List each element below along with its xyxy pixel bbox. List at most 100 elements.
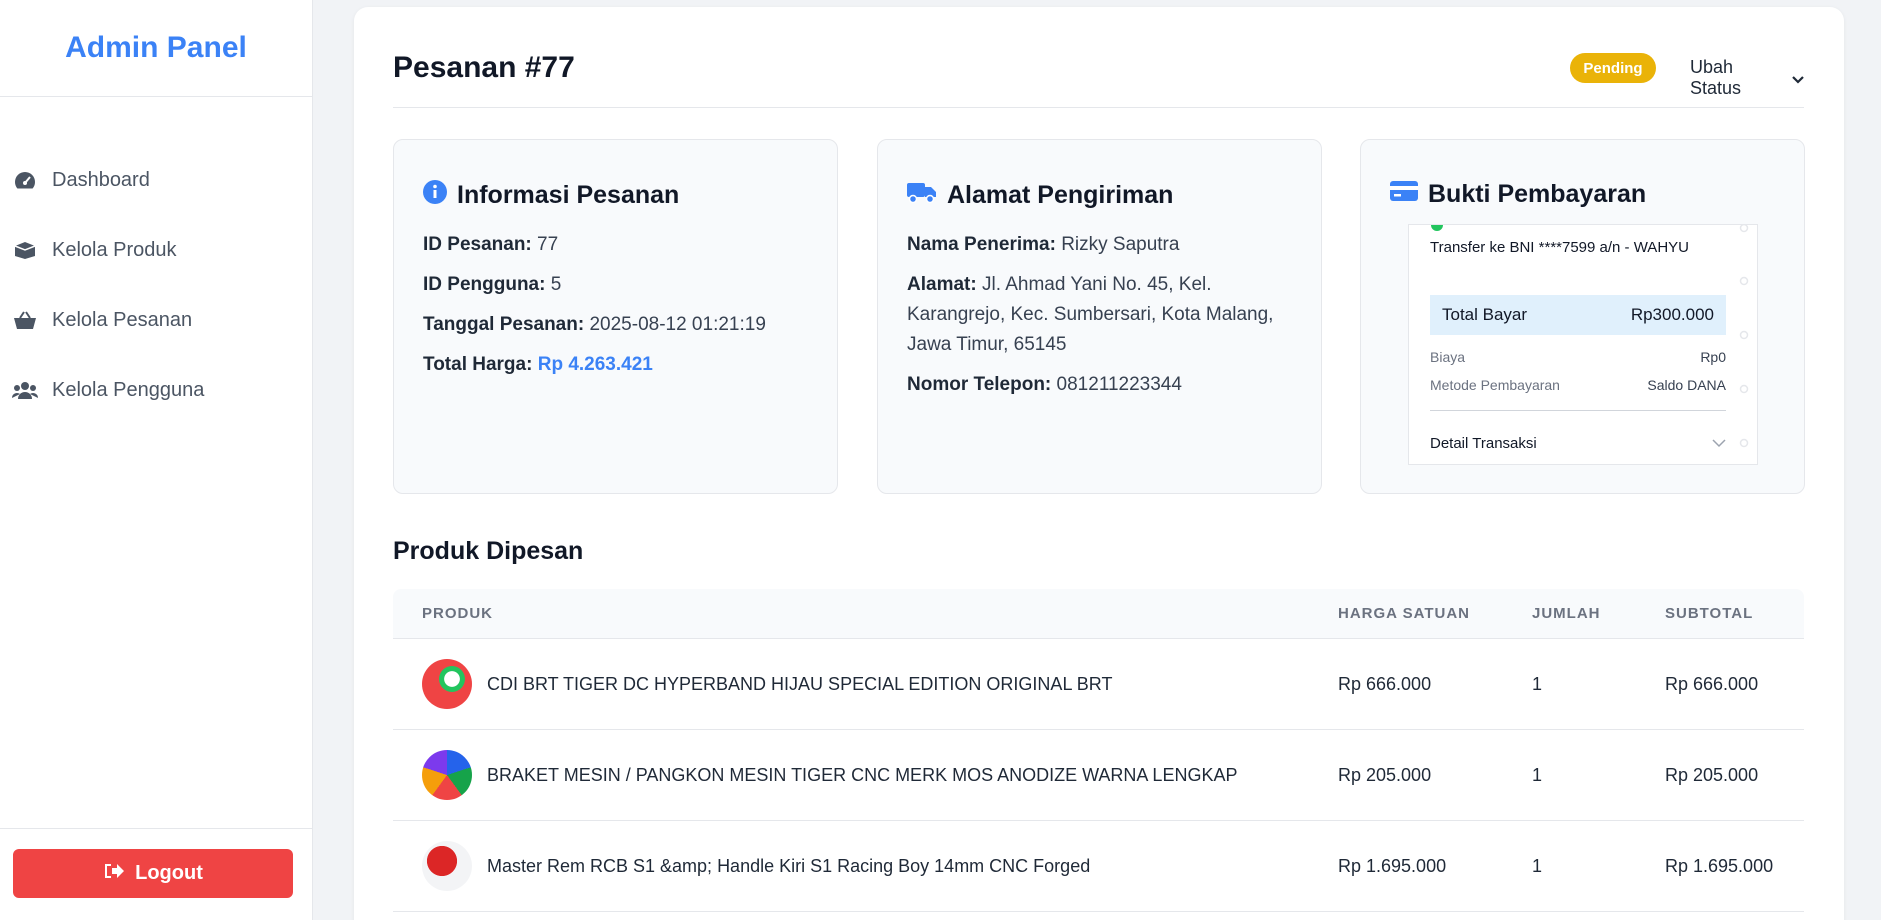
product-name: CDI BRT TIGER DC HYPERBAND HIJAU SPECIAL… <box>487 673 1113 694</box>
products-section-title: Produk Dipesan <box>393 537 584 565</box>
subtotal: Rp 1.695.000 <box>1665 855 1774 876</box>
fee-label: Biaya <box>1430 349 1466 365</box>
logout-button[interactable]: Logout <box>13 849 293 898</box>
user-id-value: 5 <box>550 274 562 295</box>
payment-proof-image[interactable]: Transfer ke BNI ****7599 a/n - WAHYU Tot… <box>1408 224 1758 465</box>
product-cell: Master Rem RCB S1 &amp; Handle Kiri S1 R… <box>393 841 1338 891</box>
users-icon <box>12 379 38 401</box>
sidebar-item-label: Kelola Pesanan <box>52 308 193 331</box>
recipient-row: Nama Penerima: Rizky Saputra <box>907 230 1297 260</box>
method-value: Saldo DANA <box>1647 377 1726 393</box>
order-date-value: 2025-08-12 01:21:19 <box>589 314 766 335</box>
table-row[interactable]: Master Rem RCB S1 &amp; Handle Kiri S1 R… <box>393 821 1804 912</box>
products-table: PRODUK HARGA SATUAN JUMLAH SUBTOTAL CDI … <box>393 589 1804 912</box>
order-id-label: ID Pesanan: <box>423 234 532 255</box>
chevron-down-icon <box>1792 68 1804 89</box>
table-row[interactable]: BRAKET MESIN / PANGKON MESIN TIGER CNC M… <box>393 730 1804 821</box>
transaction-detail-row: Detail Transaksi <box>1430 435 1726 452</box>
info-icon <box>423 180 447 211</box>
phone-value: 081211223344 <box>1056 374 1182 395</box>
credit-card-icon <box>1390 180 1418 209</box>
sidebar-footer: Logout <box>0 828 312 920</box>
product-cell: BRAKET MESIN / PANGKON MESIN TIGER CNC M… <box>393 750 1338 800</box>
total-price-label: Total Harga: <box>423 354 533 375</box>
method-row: Metode Pembayaran Saldo DANA <box>1430 377 1726 393</box>
brand-title[interactable]: Admin Panel <box>0 0 312 97</box>
quantity: 1 <box>1532 673 1543 694</box>
sidebar-item-dashboard[interactable]: Dashboard <box>0 145 312 215</box>
unit-price: Rp 1.695.000 <box>1338 855 1447 876</box>
column-header-subtotal: SUBTOTAL <box>1665 605 1754 622</box>
product-thumbnail <box>422 750 472 800</box>
logout-icon <box>103 862 125 886</box>
phone-label: Nomor Telepon: <box>907 374 1052 395</box>
proof-divider <box>1430 410 1726 411</box>
transfer-text: Transfer ke BNI ****7599 a/n - WAHYU <box>1430 239 1689 256</box>
quantity: 1 <box>1532 855 1543 876</box>
box-icon <box>12 239 38 261</box>
truck-icon <box>907 180 937 211</box>
order-id-row: ID Pesanan: 77 <box>423 230 813 260</box>
payment-proof-card: Bukti Pembayaran Transfer ke BNI ****759… <box>1360 139 1805 494</box>
chevron-down-icon <box>1712 435 1726 452</box>
payment-total-label: Total Bayar <box>1442 305 1528 324</box>
product-thumbnail <box>422 841 472 891</box>
payment-total-value: Rp300.000 <box>1630 305 1714 324</box>
change-status-dropdown[interactable]: Ubah Status <box>1690 57 1804 99</box>
order-id-value: 77 <box>537 234 559 255</box>
transaction-detail-label: Detail Transaksi <box>1430 435 1537 452</box>
status-badge: Pending <box>1570 53 1656 83</box>
sidebar-item-users[interactable]: Kelola Pengguna <box>0 355 312 425</box>
product-name: BRAKET MESIN / PANGKON MESIN TIGER CNC M… <box>487 764 1238 785</box>
shipping-rows: Nama Penerima: Rizky Saputra Alamat: Jl.… <box>907 230 1297 410</box>
column-header-unit-price: HARGA SATUAN <box>1338 605 1470 622</box>
recipient-value: Rizky Saputra <box>1061 234 1180 255</box>
unit-price: Rp 666.000 <box>1338 673 1432 694</box>
watermark-icon <box>1739 225 1749 448</box>
sidebar-item-label: Kelola Produk <box>52 238 177 261</box>
address-label: Alamat: <box>907 274 977 295</box>
shipping-heading: Alamat Pengiriman <box>907 180 1173 211</box>
sidebar-item-label: Kelola Pengguna <box>52 378 205 401</box>
change-status-label: Ubah Status <box>1690 57 1742 98</box>
sidebar-item-products[interactable]: Kelola Produk <box>0 215 312 285</box>
main-content: Pesanan #77 Pending Ubah Status Informas… <box>354 7 1844 920</box>
phone-row: Nomor Telepon: 081211223344 <box>907 370 1297 400</box>
product-name: Master Rem RCB S1 &amp; Handle Kiri S1 R… <box>487 855 1091 876</box>
order-date-label: Tanggal Pesanan: <box>423 314 585 335</box>
sidebar-item-label: Dashboard <box>52 168 150 191</box>
table-header: PRODUK HARGA SATUAN JUMLAH SUBTOTAL <box>393 589 1804 639</box>
fee-row: Biaya Rp0 <box>1430 349 1726 365</box>
order-date-row: Tanggal Pesanan: 2025-08-12 01:21:19 <box>423 310 813 340</box>
column-header-qty: JUMLAH <box>1532 605 1601 622</box>
payment-title: Bukti Pembayaran <box>1428 180 1647 208</box>
basket-icon <box>12 309 38 331</box>
address-row: Alamat: Jl. Ahmad Yani No. 45, Kel. Kara… <box>907 270 1297 360</box>
logout-label: Logout <box>135 862 203 884</box>
success-dot-icon <box>1431 225 1443 231</box>
recipient-label: Nama Penerima: <box>907 234 1056 255</box>
payment-heading: Bukti Pembayaran <box>1390 180 1646 209</box>
unit-price: Rp 205.000 <box>1338 764 1432 785</box>
table-row[interactable]: CDI BRT TIGER DC HYPERBAND HIJAU SPECIAL… <box>393 639 1804 730</box>
sidebar-nav: Dashboard Kelola Produk Kelola Pesanan K… <box>0 97 312 425</box>
subtotal: Rp 666.000 <box>1665 673 1759 694</box>
product-cell: CDI BRT TIGER DC HYPERBAND HIJAU SPECIAL… <box>393 659 1338 709</box>
shipping-title: Alamat Pengiriman <box>947 181 1174 209</box>
order-info-rows: ID Pesanan: 77 ID Pengguna: 5 Tanggal Pe… <box>423 230 813 390</box>
order-info-title: Informasi Pesanan <box>457 181 680 209</box>
sidebar-item-orders[interactable]: Kelola Pesanan <box>0 285 312 355</box>
fee-value: Rp0 <box>1700 349 1726 365</box>
sidebar: Admin Panel Dashboard Kelola Produk Kelo… <box>0 0 313 920</box>
method-label: Metode Pembayaran <box>1430 377 1560 393</box>
product-thumbnail <box>422 659 472 709</box>
gauge-icon <box>12 169 38 191</box>
column-header-product: PRODUK <box>422 605 494 622</box>
total-price-row: Total Harga: Rp 4.263.421 <box>423 350 813 380</box>
page-title: Pesanan #77 <box>393 51 575 84</box>
order-info-card: Informasi Pesanan ID Pesanan: 77 ID Peng… <box>393 139 838 494</box>
page-header: Pesanan #77 Pending Ubah Status <box>393 7 1804 108</box>
user-id-label: ID Pengguna: <box>423 274 546 295</box>
total-price-value: Rp 4.263.421 <box>537 354 653 375</box>
order-info-heading: Informasi Pesanan <box>423 180 679 211</box>
